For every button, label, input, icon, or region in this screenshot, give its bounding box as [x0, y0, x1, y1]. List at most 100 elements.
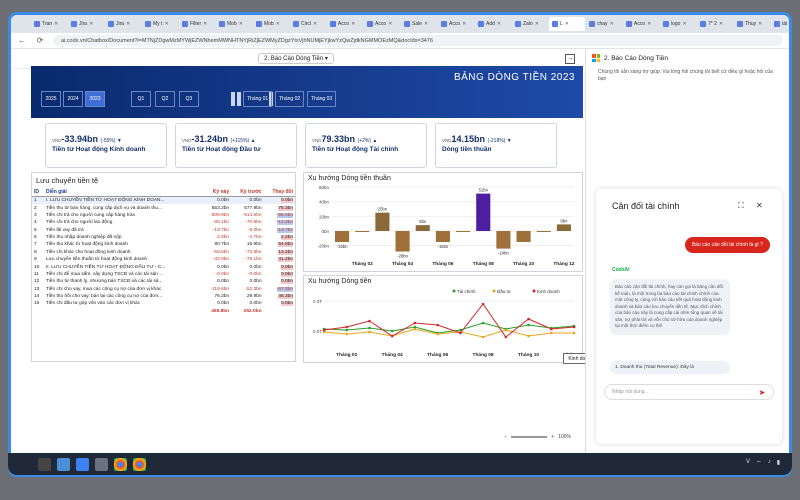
table-header[interactable]: ID — [32, 188, 44, 197]
close-tab-icon[interactable]: ✕ — [610, 21, 614, 27]
table-header[interactable]: Thay đổi — [263, 188, 295, 197]
close-tab-icon[interactable]: ✕ — [424, 21, 428, 27]
close-tab-icon[interactable]: ✕ — [126, 21, 130, 27]
slider-handle[interactable] — [237, 92, 241, 106]
total-cell — [44, 308, 202, 315]
table-row[interactable]: 11 Tiền chi để mua sắm, xây dựng TSCĐ và … — [32, 271, 295, 278]
data-point — [504, 335, 508, 339]
battery-icon[interactable]: ▮ — [777, 459, 780, 467]
browser-tab[interactable]: Acco ✕ — [327, 17, 363, 31]
year-filter-2024[interactable]: 2024 — [63, 91, 83, 107]
table-row[interactable]: 12 Tiền thu từ thanh lý, nhượng bán TSCĐ … — [32, 278, 295, 285]
close-tab-icon[interactable]: ✕ — [239, 21, 243, 27]
chat-input[interactable]: Nhập nội dung... ➤ — [604, 384, 774, 400]
table-row[interactable]: 7 Tiền thu khác từ hoạt động kinh doanh 80… — [32, 241, 295, 248]
volume-icon[interactable]: ♪ — [768, 459, 771, 467]
browser-tab[interactable]: Circl ✕ — [290, 17, 326, 31]
browser-tab[interactable]: Mob ✕ — [216, 17, 252, 31]
browser-tab[interactable]: 7* 2 ✕ — [697, 17, 733, 31]
page-selector[interactable]: 2. Báo Cáo Dòng Tiền ▾ — [258, 53, 334, 64]
table-row[interactable]: 13 Tiền chi cho vay, mua các công cụ nợ c… — [32, 286, 295, 293]
table-row[interactable]: 8 Tiền chi khác cho hoạt động kinh doanh -… — [32, 249, 295, 256]
quarter-filter-Q2[interactable]: Q2 — [155, 91, 175, 107]
close-tab-icon[interactable]: ✕ — [647, 21, 651, 27]
browser-tab[interactable]: chay ✕ — [586, 17, 622, 31]
month-filter[interactable]: Tháng 01 — [243, 91, 273, 107]
table-row[interactable]: 14 Tiền thu hồi cho vay, bán lại các công… — [32, 293, 295, 300]
month-filter[interactable]: Tháng 02 — [275, 91, 305, 107]
start-icon[interactable] — [38, 457, 51, 471]
table-row[interactable]: 1 I. LƯU CHUYỂN TIỀN TỪ HOẠT ĐỘNG KINH DO… — [32, 196, 295, 205]
close-icon[interactable]: ✕ — [756, 201, 763, 210]
browser-tab[interactable]: My t ✕ — [142, 17, 178, 31]
table-header[interactable]: Diễn giải — [43, 188, 202, 197]
reload-icon[interactable]: ⟳ — [35, 36, 45, 45]
close-tab-icon[interactable]: ✕ — [719, 21, 723, 27]
browser-tab[interactable]: logo ✕ — [660, 17, 696, 31]
browser-tab[interactable]: Thuy ✕ — [734, 17, 770, 31]
chrome-icon-2[interactable] — [133, 457, 146, 471]
table-header[interactable]: Kỳ trước — [231, 188, 264, 197]
change-value: 0.0bn — [280, 264, 293, 270]
slider-handle[interactable] — [231, 92, 235, 106]
send-icon[interactable]: ➤ — [757, 388, 767, 398]
table-row[interactable]: 9 Lưu chuyển tiền thuần từ hoạt động kinh… — [32, 256, 295, 263]
tray-v-icon[interactable]: V — [746, 459, 750, 467]
close-tab-icon[interactable]: ✕ — [497, 21, 501, 27]
x-tick-label: Tháng 06 — [427, 352, 448, 358]
browser-tab[interactable]: Acco ✕ — [623, 17, 659, 31]
browser-tab[interactable]: Jira ✕ — [68, 17, 104, 31]
zoom-slider[interactable] — [511, 436, 548, 438]
close-tab-icon[interactable]: ✕ — [313, 21, 317, 27]
close-tab-icon[interactable]: ✕ — [351, 21, 355, 27]
wifi-icon[interactable]: ⌔ — [756, 459, 762, 467]
zoom-in-icon[interactable]: + — [551, 434, 554, 440]
close-tab-icon[interactable]: ✕ — [535, 21, 539, 27]
explorer-icon[interactable] — [76, 457, 89, 471]
table-header[interactable]: Kỳ này — [201, 188, 232, 197]
zoom-out-icon[interactable]: − — [504, 434, 507, 440]
browser-tab[interactable]: Acco ✕ — [364, 17, 400, 31]
browser-tab[interactable]: Filter ✕ — [179, 17, 215, 31]
close-tab-icon[interactable]: ✕ — [89, 21, 93, 27]
close-tab-icon[interactable]: ✕ — [758, 21, 762, 27]
quarter-filter-Q1[interactable]: Q1 — [131, 91, 151, 107]
url-field[interactable]: ai.codx.vn/Chatbox/Document?i=MTNjZDgwMz… — [53, 35, 783, 46]
chrome-icon[interactable] — [114, 457, 127, 471]
table-row[interactable]: 15 Tiền chi đầu tư góp vốn vào các đơn vị… — [32, 300, 295, 307]
close-tab-icon[interactable]: ✕ — [462, 21, 466, 27]
close-tab-icon[interactable]: ✕ — [54, 21, 58, 27]
table-row[interactable]: 6 Tiền thu nhập doanh nghiệp đã nộp -2.5bn… — [32, 234, 295, 241]
browser-tab[interactable]: L ✕ — [549, 17, 585, 31]
year-filter-2025[interactable]: 2025 — [41, 91, 61, 107]
total-cell — [264, 308, 295, 315]
browser-tab[interactable]: Jira ✕ — [105, 17, 141, 31]
close-tab-icon[interactable]: ✕ — [164, 21, 168, 27]
browser-tab[interactable]: Acco ✕ — [438, 17, 474, 31]
expand-icon[interactable]: → — [565, 54, 575, 64]
files-icon[interactable] — [57, 457, 70, 471]
quarter-filter-Q3[interactable]: Q3 — [179, 91, 199, 107]
table-row[interactable]: 4 Tiền chi trả cho người lao động -85.1bn -… — [32, 219, 295, 226]
terminal-icon[interactable] — [95, 457, 108, 471]
table-cell: -13.7bn — [264, 227, 295, 234]
browser-tab[interactable]: Add ✕ — [475, 17, 511, 31]
browser-tab[interactable]: Sale ✕ — [401, 17, 437, 31]
month-filter[interactable]: Tháng 03 — [307, 91, 337, 107]
browser-tab[interactable]: tài li✕ — [771, 17, 789, 31]
close-tab-icon[interactable]: ✕ — [565, 21, 569, 27]
table-row[interactable]: 5 Tiền lãi vay đã trả -19.7bn -6.0bn -13.7bn — [32, 227, 295, 234]
back-icon[interactable]: ← — [17, 36, 27, 45]
close-tab-icon[interactable]: ✕ — [203, 21, 207, 27]
browser-tab[interactable]: Mob ✕ — [253, 17, 289, 31]
table-row[interactable]: 10 II. LƯU CHUYỂN TIỀN TỪ HOẠT ĐỘNG ĐẦU T… — [32, 263, 295, 270]
close-tab-icon[interactable]: ✕ — [682, 21, 686, 27]
year-filter-2023[interactable]: 2023 — [85, 91, 105, 107]
table-row[interactable]: 2 Tiền thu từ bán hàng, cung cấp dịch vụ … — [32, 204, 295, 211]
table-row[interactable]: 3 Tiền chi trả cho người cung cấp hàng hó… — [32, 212, 295, 219]
close-tab-icon[interactable]: ✕ — [276, 21, 280, 27]
close-tab-icon[interactable]: ✕ — [388, 21, 392, 27]
fullscreen-icon[interactable]: ⛶ — [738, 201, 744, 211]
browser-tab[interactable]: Zalo ✕ — [512, 17, 548, 31]
browser-tab[interactable]: Tran ✕ — [31, 17, 67, 31]
